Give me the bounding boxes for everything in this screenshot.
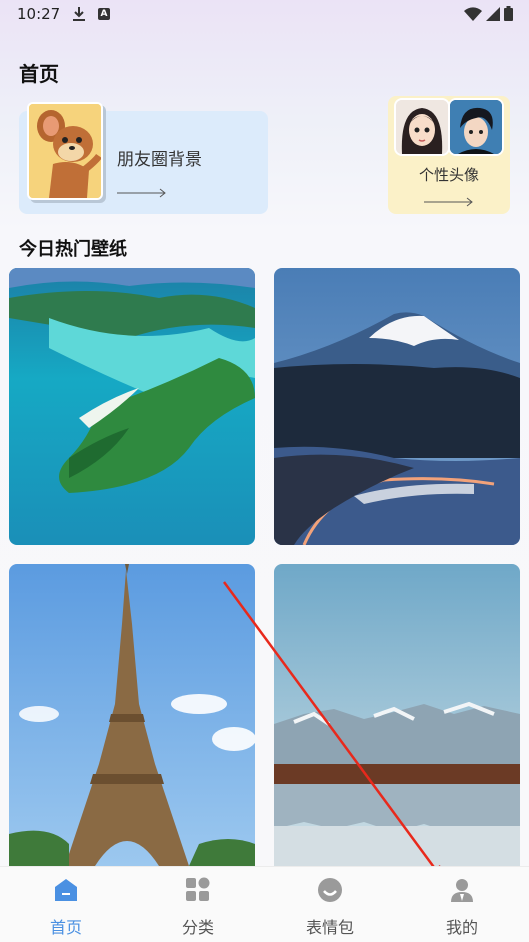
user-icon bbox=[449, 877, 475, 903]
tab-home-label: 首页 bbox=[49, 918, 82, 937]
tab-category-label: 分类 bbox=[181, 918, 214, 937]
annotation-arrow bbox=[222, 581, 446, 884]
tab-profile[interactable]: 我的 bbox=[396, 867, 528, 942]
tab-stickers-label: 表情包 bbox=[305, 918, 354, 937]
tab-category[interactable]: 分类 bbox=[132, 867, 264, 942]
grid-icon bbox=[185, 877, 211, 903]
home-icon bbox=[53, 877, 79, 903]
tab-profile-label: 我的 bbox=[445, 918, 478, 937]
tab-home[interactable]: 首页 bbox=[0, 867, 132, 942]
bottom-tab-bar: 首页 分类 表情包 我的 bbox=[0, 866, 529, 942]
smile-icon bbox=[317, 877, 343, 903]
tab-stickers[interactable]: 表情包 bbox=[264, 867, 396, 942]
